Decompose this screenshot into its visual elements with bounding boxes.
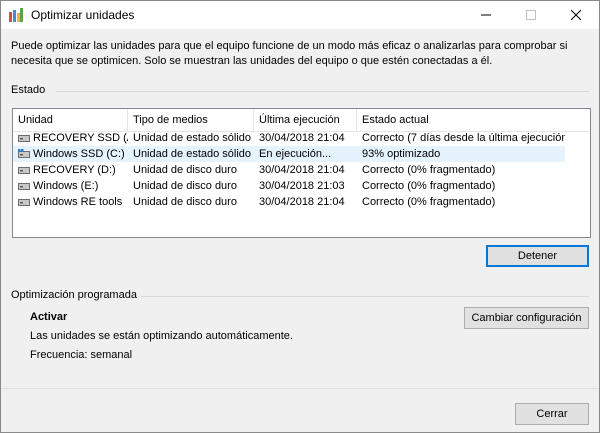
optimize-drives-window: Optimizar unidades Puede optimizar las u… [0, 0, 600, 433]
maximize-button [509, 1, 554, 29]
windows-drive-icon [18, 149, 30, 158]
drives-list-header: Unidad Tipo de medios Última ejecución E… [13, 109, 590, 132]
drive-media-type: Unidad de estado sólido [133, 148, 252, 160]
status-divider [56, 91, 589, 92]
drive-name: Windows SSD (C:) [33, 148, 125, 160]
column-header-last-run[interactable]: Última ejecución [254, 109, 357, 131]
drive-row[interactable]: Windows RE tools Unidad de disco duro 30… [13, 194, 565, 210]
column-header-unit[interactable]: Unidad [13, 109, 128, 131]
drive-status: Correcto (0% fragmentado) [362, 196, 496, 208]
drive-last-run: 30/04/2018 21:04 [259, 196, 345, 208]
drive-name: Windows (E:) [33, 180, 99, 192]
dialog-footer: Cerrar [1, 388, 599, 432]
drive-row[interactable]: RECOVERY (D:) Unidad de disco duro 30/04… [13, 162, 565, 178]
drive-icon [18, 199, 30, 206]
drive-icon [18, 183, 30, 190]
drive-name: RECOVERY SSD (A:) [33, 132, 128, 144]
change-settings-button[interactable]: Cambiar configuración [464, 307, 589, 329]
drive-last-run: 30/04/2018 21:04 [259, 132, 345, 144]
maximize-icon [526, 10, 536, 20]
drives-list[interactable]: Unidad Tipo de medios Última ejecución E… [12, 108, 591, 238]
drive-status: 93% optimizado [362, 148, 441, 160]
drive-status: Correcto (0% fragmentado) [362, 180, 496, 192]
defrag-app-icon [9, 8, 23, 22]
drive-row[interactable]: RECOVERY SSD (A:) Unidad de estado sólid… [13, 130, 565, 146]
column-header-status[interactable]: Estado actual [357, 109, 590, 131]
schedule-state: Activar [30, 311, 68, 323]
drive-icon [18, 167, 30, 174]
scheduled-divider [141, 296, 589, 297]
title-bar: Optimizar unidades [1, 1, 599, 29]
drive-name: Windows RE tools [33, 196, 123, 208]
window-title: Optimizar unidades [31, 8, 135, 22]
drive-status: Correcto (0% fragmentado) [362, 164, 496, 176]
close-button[interactable]: Cerrar [515, 403, 589, 425]
drive-name: RECOVERY (D:) [33, 164, 116, 176]
close-icon [571, 10, 581, 20]
drive-media-type: Unidad de disco duro [133, 196, 237, 208]
stop-button[interactable]: Detener [486, 245, 589, 267]
minimize-button[interactable] [464, 1, 509, 29]
drive-last-run: 30/04/2018 21:03 [259, 180, 345, 192]
description-text: Puede optimizar las unidades para que el… [11, 40, 568, 67]
drive-last-run: En ejecución... [259, 148, 332, 160]
close-window-button[interactable] [554, 1, 599, 29]
drive-row[interactable]: Windows (E:) Unidad de disco duro 30/04/… [13, 178, 565, 194]
drive-media-type: Unidad de disco duro [133, 164, 237, 176]
minimize-icon [481, 14, 491, 16]
window-content: Puede optimizar las unidades para que el… [1, 29, 599, 432]
status-section-label: Estado [11, 84, 46, 96]
drive-media-type: Unidad de estado sólido [133, 132, 252, 144]
column-header-media-type[interactable]: Tipo de medios [128, 109, 254, 131]
drive-media-type: Unidad de disco duro [133, 180, 237, 192]
schedule-info: Las unidades se están optimizando automá… [30, 330, 293, 342]
drive-status: Correcto (7 días desde la última ejecuci… [362, 132, 565, 144]
drive-row-selected[interactable]: Windows SSD (C:) Unidad de estado sólido… [13, 146, 565, 162]
drive-last-run: 30/04/2018 21:04 [259, 164, 345, 176]
scheduled-section-label: Optimización programada [11, 289, 137, 301]
drive-icon [18, 135, 30, 142]
schedule-frequency: Frecuencia: semanal [30, 349, 133, 361]
